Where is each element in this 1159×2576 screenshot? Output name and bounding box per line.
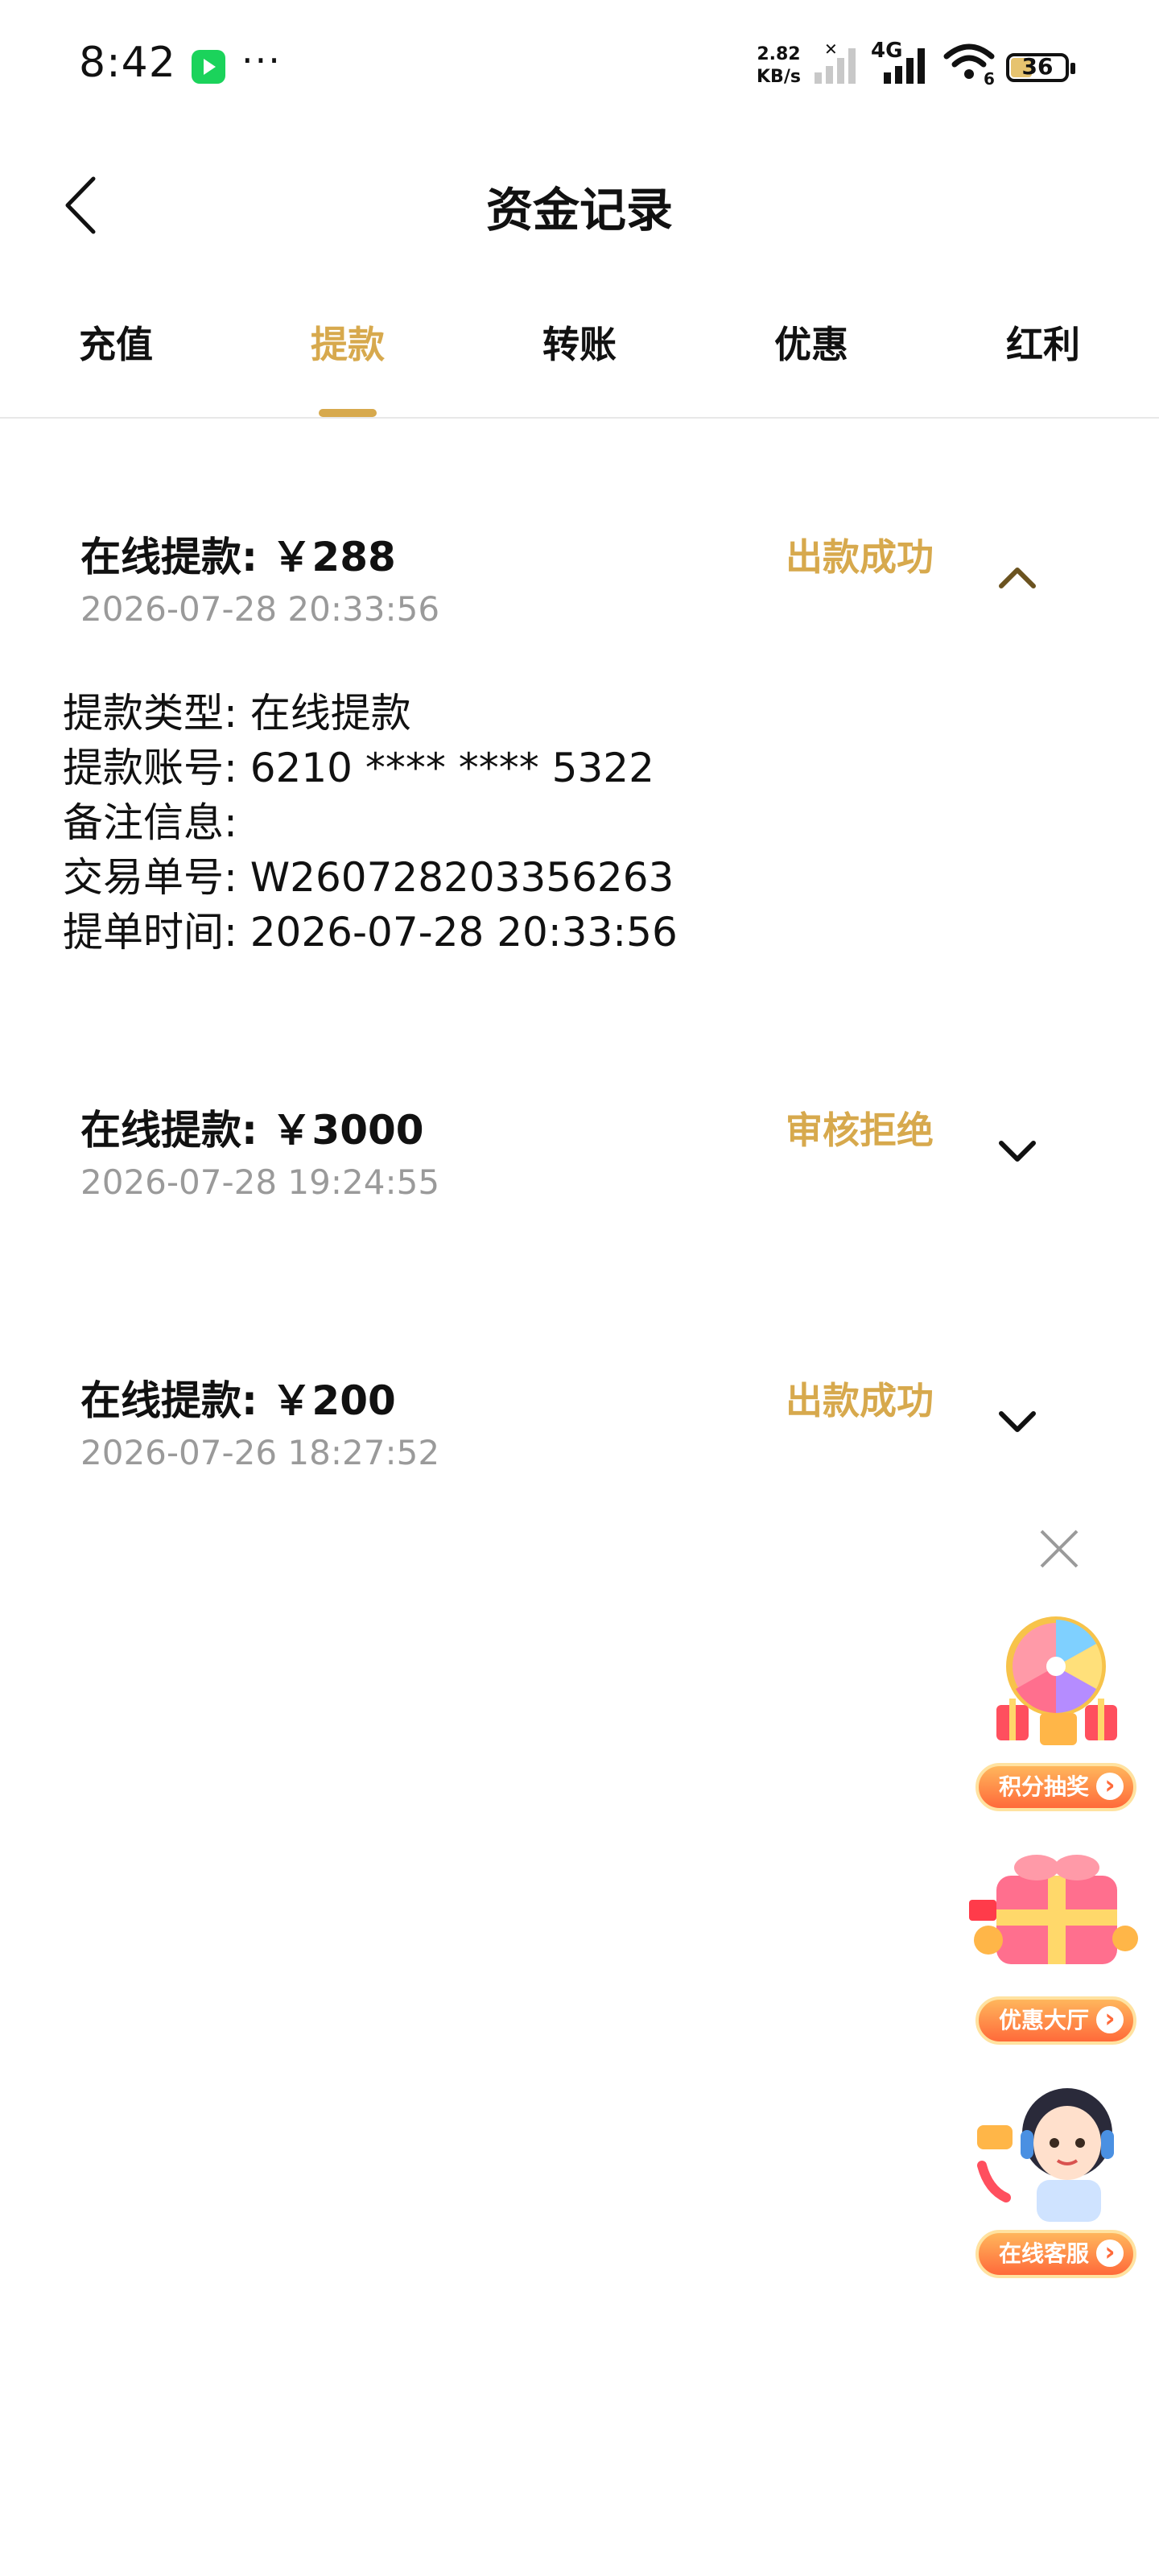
detail-order-number: 交易单号: W260728203356263 <box>63 854 674 901</box>
status-time: 8:42 <box>79 39 176 87</box>
wifi-index: 6 <box>984 69 995 89</box>
status-bar: 8:42 ··· 2.82 KB/s ✕ 4G 6 36 <box>0 0 1159 137</box>
customer-service-icon <box>977 2088 1114 2222</box>
record-status: 出款成功 <box>786 1379 934 1422</box>
chevron-down-icon[interactable] <box>993 1406 1041 1438</box>
promotion-hall-label: 优惠大厅 <box>975 1996 1136 2045</box>
lucky-wheel-icon <box>996 1616 1117 1745</box>
lucky-draw-label: 积分抽奖 <box>975 1763 1136 1811</box>
chevron-down-icon[interactable] <box>993 1135 1041 1167</box>
signal-weak-icon: ✕ <box>815 43 856 84</box>
active-tab-indicator <box>319 409 377 417</box>
network-speed-value: 2.82 <box>757 44 801 64</box>
more-notifications-icon: ··· <box>241 39 282 82</box>
signal-strong-icon <box>884 48 925 84</box>
tab-transfer[interactable]: 转账 <box>499 316 660 369</box>
tab-deposit[interactable]: 充值 <box>35 316 196 369</box>
record-status: 审核拒绝 <box>786 1108 934 1152</box>
detail-remark: 备注信息: <box>63 799 237 846</box>
record-detail: 提款类型: 在线提款 提款账号: 6210 **** **** 5322 备注信… <box>63 686 678 960</box>
chevron-up-icon[interactable] <box>993 562 1041 594</box>
record-time: 2026-07-28 19:24:55 <box>80 1162 440 1202</box>
close-icon[interactable] <box>1037 1526 1082 1571</box>
lucky-draw-button[interactable]: 积分抽奖 <box>964 1610 1148 1811</box>
record-time: 2026-07-28 20:33:56 <box>80 589 440 629</box>
record-title: 在线提款: ￥3000 <box>80 1107 424 1154</box>
svg-text:✕: ✕ <box>824 43 838 59</box>
customer-service-label: 在线客服 <box>975 2230 1136 2278</box>
detail-withdraw-type: 提款类型: 在线提款 <box>63 690 411 737</box>
record-status: 出款成功 <box>786 535 934 579</box>
detail-account: 提款账号: 6210 **** **** 5322 <box>63 745 654 791</box>
record-time: 2026-07-26 18:27:52 <box>80 1433 440 1472</box>
battery-icon: 36 <box>1006 53 1075 82</box>
gift-box-icon <box>969 1855 1138 1964</box>
customer-service-button[interactable]: 在线客服 <box>964 2077 1148 2278</box>
record-title: 在线提款: ￥288 <box>80 534 396 580</box>
header: 资金记录 <box>0 137 1159 274</box>
detail-submit-time: 提单时间: 2026-07-28 20:33:56 <box>63 909 678 956</box>
page-title: 资金记录 <box>485 183 673 237</box>
record-title: 在线提款: ￥200 <box>80 1377 396 1424</box>
network-speed-unit: KB/s <box>757 67 801 87</box>
network-speed: 2.82 KB/s <box>757 43 801 89</box>
video-app-icon <box>192 50 225 84</box>
promotion-hall-button[interactable]: 优惠大厅 <box>964 1843 1148 2045</box>
tab-bonus[interactable]: 红利 <box>963 316 1124 369</box>
tab-withdraw[interactable]: 提款 <box>267 316 428 369</box>
battery-level: 36 <box>1021 53 1054 80</box>
tab-promotion[interactable]: 优惠 <box>731 316 892 369</box>
tab-bar: 充值 提款 转账 优惠 红利 <box>0 306 1159 419</box>
